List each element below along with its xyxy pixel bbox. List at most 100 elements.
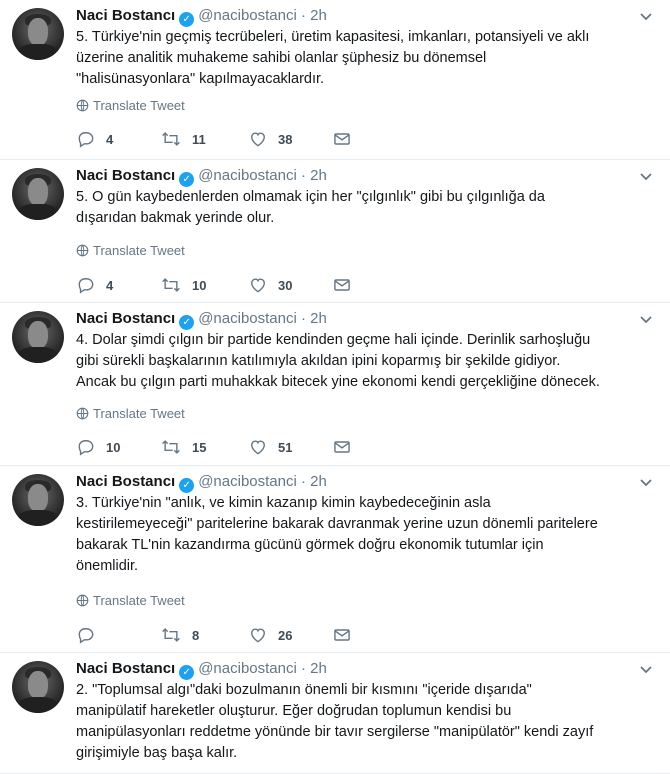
- message-button[interactable]: [332, 128, 352, 150]
- retweet-button[interactable]: 11: [160, 128, 206, 150]
- like-button[interactable]: 30: [248, 274, 292, 296]
- verified-badge-icon: ✓: [179, 315, 195, 330]
- tweet-actions: 4 10 30: [76, 274, 376, 296]
- chevron-down-icon[interactable]: [636, 309, 656, 329]
- tweet-text: 4. Dolar şimdi çılgın bir partide kendin…: [76, 330, 656, 393]
- tweet-text-line: 5. Türkiye'nin geçmiş tecrübeleri, üreti…: [76, 29, 590, 45]
- retweet-button[interactable]: 15: [160, 436, 206, 458]
- translate-tweet-link[interactable]: Translate Tweet: [76, 98, 185, 114]
- chevron-down-icon[interactable]: [636, 166, 656, 186]
- translate-label[interactable]: Translate Tweet: [93, 98, 185, 113]
- globe-icon: [76, 593, 93, 608]
- tweet-text-line: girişimiyle baş başa kalır.: [76, 745, 238, 761]
- reply-icon: [76, 129, 96, 149]
- timestamp[interactable]: 2h: [310, 660, 327, 677]
- avatar[interactable]: [12, 661, 64, 713]
- retweet-button[interactable]: 10: [160, 274, 206, 296]
- translate-tweet-link[interactable]: Translate Tweet: [76, 243, 185, 259]
- tweet[interactable]: Naci Bostancı ✓ @nacibostanci · 2h 5. O gün…: [0, 160, 670, 303]
- tweet[interactable]: Naci Bostancı ✓ @nacibostanci · 2h 2. "Topl…: [0, 653, 670, 774]
- translate-tweet-link[interactable]: Translate Tweet: [76, 406, 185, 422]
- translate-tweet-link[interactable]: Translate Tweet: [76, 593, 185, 609]
- message-icon: [332, 129, 352, 149]
- author-name[interactable]: Naci Bostancı: [76, 310, 175, 327]
- author-name[interactable]: Naci Bostancı: [76, 167, 175, 184]
- verified-badge-icon: ✓: [179, 12, 195, 27]
- author-name[interactable]: Naci Bostancı: [76, 7, 175, 24]
- tweet-text-line: dışarıdan bakmak yerinde olur.: [76, 210, 275, 226]
- reply-icon: [76, 275, 96, 295]
- like-count: 30: [278, 277, 293, 293]
- globe-icon: [76, 98, 93, 113]
- tweet-text-line: 5. O gün kaybedenlerden olmamak için her…: [76, 189, 545, 205]
- like-count: 26: [278, 627, 293, 643]
- like-button[interactable]: 26: [248, 624, 292, 646]
- message-button[interactable]: [332, 274, 352, 296]
- timestamp[interactable]: 2h: [310, 167, 327, 184]
- chevron-down-icon[interactable]: [636, 472, 656, 492]
- retweet-count: 11: [192, 131, 206, 147]
- avatar[interactable]: [12, 8, 64, 60]
- retweet-icon: [160, 275, 182, 295]
- author-name[interactable]: Naci Bostancı: [76, 660, 175, 677]
- avatar[interactable]: [12, 311, 64, 363]
- reply-button[interactable]: [76, 624, 106, 646]
- tweet-text-line: önemlidir.: [76, 558, 139, 574]
- author-name[interactable]: Naci Bostancı: [76, 473, 175, 490]
- tweet-text-line: üzerine analitik muhakeme sahibi olanlar…: [76, 50, 487, 66]
- tweet-text-line: Ancak bu çılgın parti muhakkak bitecek y…: [76, 374, 600, 390]
- tweet-actions: 10 15 51: [76, 436, 376, 458]
- tweet-text-line: "halisünasyonlara" kapılmayacaklardır.: [76, 71, 325, 87]
- avatar[interactable]: [12, 168, 64, 220]
- tweet[interactable]: Naci Bostancı ✓ @nacibostanci · 2h 3. Türki…: [0, 466, 670, 653]
- tweet-text-line: manipülatif hareketler oluşturur. Eğer d…: [76, 703, 512, 719]
- like-button[interactable]: 38: [248, 128, 292, 150]
- retweet-count: 8: [192, 627, 200, 643]
- timestamp[interactable]: 2h: [310, 7, 327, 24]
- author-handle[interactable]: @nacibostanci: [198, 473, 297, 490]
- translate-label[interactable]: Translate Tweet: [93, 593, 185, 608]
- retweet-icon: [160, 437, 182, 457]
- message-button[interactable]: [332, 624, 352, 646]
- tweet-header: Naci Bostancı ✓ @nacibostanci · 2h: [76, 309, 327, 330]
- retweet-button[interactable]: 8: [160, 624, 199, 646]
- reply-icon: [76, 437, 96, 457]
- reply-button[interactable]: 10: [76, 436, 120, 458]
- tweet-header: Naci Bostancı ✓ @nacibostanci · 2h: [76, 472, 327, 493]
- message-icon: [332, 437, 352, 457]
- tweet-text-line: 4. Dolar şimdi çılgın bir partide kendin…: [76, 332, 591, 348]
- like-icon: [248, 275, 268, 295]
- tweet-text-line: gibi sürekli başkalarının katılımıyla ak…: [76, 353, 561, 369]
- like-count: 38: [278, 131, 293, 147]
- author-handle[interactable]: @nacibostanci: [198, 660, 297, 677]
- reply-count: 4: [106, 277, 114, 293]
- reply-count: 4: [106, 131, 114, 147]
- message-icon: [332, 275, 352, 295]
- reply-count: 10: [106, 439, 121, 455]
- tweet-text-line: bakarak TL'nin kazandırma gücünü görmek …: [76, 537, 544, 553]
- like-button[interactable]: 51: [248, 436, 292, 458]
- avatar[interactable]: [12, 474, 64, 526]
- message-button[interactable]: [332, 436, 352, 458]
- chevron-down-icon[interactable]: [636, 6, 656, 26]
- tweet-header: Naci Bostancı ✓ @nacibostanci · 2h: [76, 6, 327, 27]
- retweet-icon: [160, 129, 182, 149]
- translate-label[interactable]: Translate Tweet: [93, 243, 185, 258]
- tweet-text-line: manipülasyonları reddetme yönünde bir ta…: [76, 724, 594, 740]
- translate-label[interactable]: Translate Tweet: [93, 406, 185, 421]
- tweet-actions: 8 26: [76, 624, 376, 646]
- timestamp[interactable]: 2h: [310, 310, 327, 327]
- author-handle[interactable]: @nacibostanci: [198, 7, 297, 24]
- reply-button[interactable]: 4: [76, 128, 113, 150]
- author-handle[interactable]: @nacibostanci: [198, 310, 297, 327]
- author-handle[interactable]: @nacibostanci: [198, 167, 297, 184]
- verified-badge-icon: ✓: [179, 478, 195, 493]
- tweet[interactable]: Naci Bostancı ✓ @nacibostanci · 2h 5. Türki…: [0, 0, 670, 160]
- chevron-down-icon[interactable]: [636, 659, 656, 679]
- separator: ·: [301, 473, 306, 490]
- verified-badge-icon: ✓: [179, 172, 195, 187]
- reply-button[interactable]: 4: [76, 274, 113, 296]
- timestamp[interactable]: 2h: [310, 473, 327, 490]
- tweet-text-line: 3. Türkiye'nin "anlık, ve kimin kazanıp …: [76, 495, 491, 511]
- tweet[interactable]: Naci Bostancı ✓ @nacibostanci · 2h 4. Dolar…: [0, 303, 670, 466]
